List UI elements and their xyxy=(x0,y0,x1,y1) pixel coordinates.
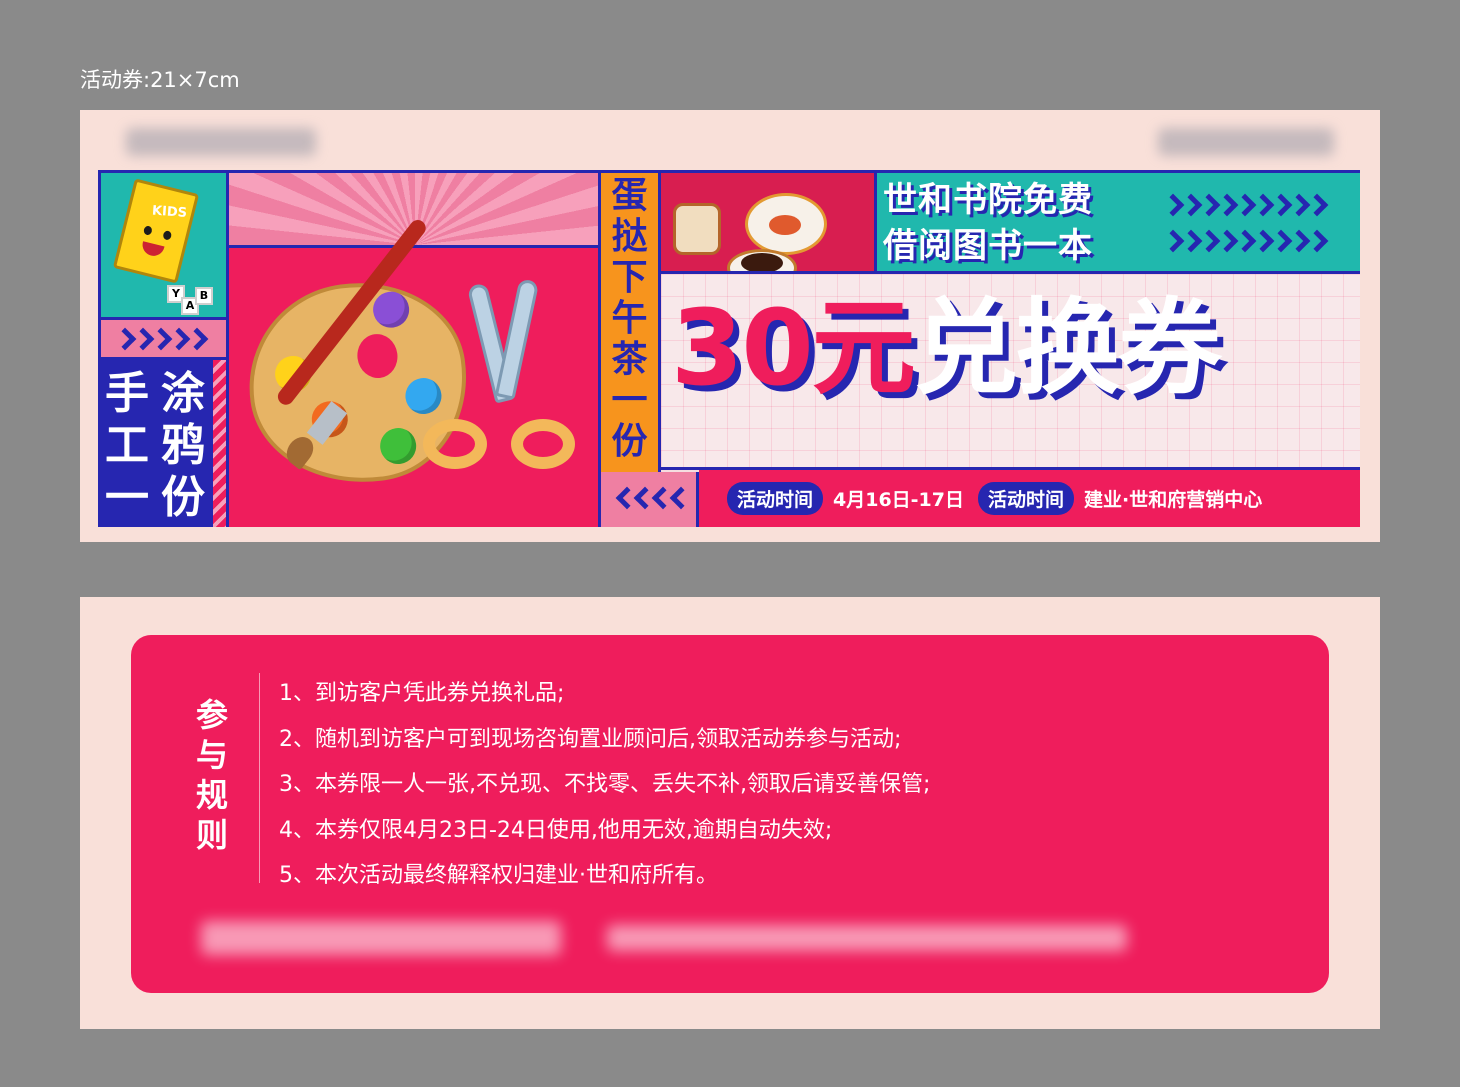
sugar-jar-icon xyxy=(673,203,721,255)
cake-char: 茶 xyxy=(611,339,648,380)
rules-title-char: 与 xyxy=(195,736,228,774)
main-title: 30元兑换券 xyxy=(671,287,1222,409)
size-label: 活动券:21×7cm xyxy=(80,68,240,92)
book-eye-left xyxy=(142,225,153,236)
chevron-right-icon xyxy=(1161,229,1329,253)
letter-cubes-icon: Y A B xyxy=(167,285,213,317)
voucher-back: 参 与 规 则 1、到访客户凭此券兑换礼品; 2、随机到访客户可到现场咨询置业顾… xyxy=(80,597,1380,1029)
blurred-logo-left xyxy=(126,128,316,156)
cake-char: 蛋 xyxy=(611,175,648,216)
rules-title: 参 与 规 则 xyxy=(187,695,237,855)
main-title-word: 兑换券 xyxy=(913,287,1222,409)
scissors-blade xyxy=(494,278,540,400)
book-cover-text: KIDS xyxy=(151,203,188,221)
chevron-tile-left xyxy=(101,320,229,360)
cake-char: 挞 xyxy=(611,216,648,257)
time-value: 4月16日-17日 xyxy=(833,489,965,511)
rules-title-char: 规 xyxy=(195,776,228,814)
rules-title-char: 参 xyxy=(195,696,228,734)
main-title-tile: 30元兑换券 xyxy=(661,274,1360,470)
location-label: 活动时间 xyxy=(978,482,1075,515)
cake-char: 午 xyxy=(611,298,648,339)
blurred-phone xyxy=(201,921,561,955)
teapot-decoration xyxy=(769,215,801,235)
stripe-decoration xyxy=(213,360,229,527)
book-promo-tile: 世和书院免费 借阅图书一本 xyxy=(877,173,1360,274)
rules-panel: 参 与 规 则 1、到访客户凭此券兑换礼品; 2、随机到访客户可到现场咨询置业顾… xyxy=(131,635,1329,993)
craft-char: 工 xyxy=(105,420,149,471)
rule-item: 5、本次活动最终解释权归建业·世和府所有。 xyxy=(279,863,718,888)
cube-b: B xyxy=(195,287,213,305)
location-value: 建业·世和府营销中心 xyxy=(1084,489,1263,511)
rule-item: 4、本券仅限4月23日-24日使用,他用无效,逾期自动失效; xyxy=(279,817,833,843)
craft-char: 一 xyxy=(105,472,149,523)
cake-char: 份 xyxy=(611,421,648,462)
rules-list: 1、到访客户凭此券兑换礼品; 2、随机到访客户可到现场咨询置业顾问后,领取活动券… xyxy=(279,671,930,899)
book-mouth xyxy=(140,241,165,259)
book-tile: KIDS Y A B xyxy=(101,173,229,320)
rule-item: 3、本券限一人一张,不兑现、不找零、丢失不补,领取后请妥善保管; xyxy=(279,772,931,797)
chevron-right-icon xyxy=(113,327,209,351)
cake-tile: 蛋 挞 下 午 茶 一 份 xyxy=(601,173,661,499)
cake-char: 一 xyxy=(611,380,648,421)
rule-item: 1、到访客户凭此券兑换礼品; xyxy=(279,681,565,706)
blurred-logo-right xyxy=(1158,128,1334,156)
craft-char: 涂 xyxy=(161,368,205,419)
coffee-surface xyxy=(741,253,783,271)
chevron-left-icon xyxy=(615,486,693,510)
craft-char: 份 xyxy=(161,472,205,523)
main-title-amount: 30元 xyxy=(671,287,916,409)
chevron-right-icon xyxy=(1161,193,1329,217)
rules-title-char: 则 xyxy=(195,816,228,854)
scissors-handle-left xyxy=(423,419,487,469)
promo-line-1: 世和书院免费 xyxy=(883,180,1093,220)
craft-tile: 手 工 一 涂 鸦 份 xyxy=(101,360,213,527)
voucher-frame: KIDS Y A B 手 工 一 涂 鸦 份 蛋 挞 下 午 茶 一 份 世和书… xyxy=(98,170,1360,527)
craft-char: 手 xyxy=(105,368,149,419)
promo-line-2: 借阅图书一本 xyxy=(883,226,1093,266)
event-info-bar: 活动时间 4月16日-17日 活动时间 建业·世和府营销中心 xyxy=(699,470,1360,527)
time-label: 活动时间 xyxy=(727,482,824,515)
voucher-front: KIDS Y A B 手 工 一 涂 鸦 份 蛋 挞 下 午 茶 一 份 世和书… xyxy=(80,110,1380,542)
art-tile xyxy=(229,173,601,527)
scissors-handle-right xyxy=(511,419,575,469)
rules-divider xyxy=(259,673,260,883)
book-eye-right xyxy=(162,230,173,241)
tea-tile xyxy=(661,173,877,274)
cake-char: 下 xyxy=(611,257,648,298)
blurred-address xyxy=(607,925,1127,951)
rule-item: 2、随机到访客户可到现场咨询置业顾问后,领取活动券参与活动; xyxy=(279,726,902,752)
promo-text: 世和书院免费 借阅图书一本 xyxy=(883,177,1093,269)
chevron-tile-bottom xyxy=(601,472,699,527)
book-mascot-icon: KIDS xyxy=(112,178,200,284)
craft-char: 鸦 xyxy=(161,420,205,471)
